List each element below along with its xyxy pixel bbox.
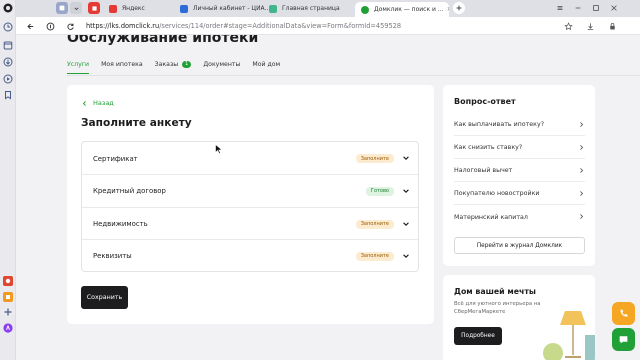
tab-domclick[interactable]: Домклик — поиск и …✕	[355, 2, 449, 17]
yandex-mail-icon[interactable]	[88, 2, 100, 14]
chevron-left-icon	[82, 100, 86, 106]
faq-card: Вопрос-ответ Как выплачивать ипотеку? Ка…	[443, 85, 595, 266]
status-badge: Заполните	[355, 251, 394, 261]
page-content: Обслуживание ипотеки Услуги Моя ипотека …	[16, 35, 640, 360]
status-badge: Заполните	[355, 154, 394, 163]
new-tab-icon[interactable]	[453, 2, 465, 14]
faq-item[interactable]: Налоговый вычет	[454, 160, 585, 182]
more-button[interactable]: Подробнее	[454, 327, 502, 345]
form-title: Заполните анкету	[81, 117, 192, 129]
close-tab-icon[interactable]: ✕	[447, 6, 449, 13]
promo-text: Всё для уютного интерьера на СберМегаМар…	[454, 301, 541, 315]
back-link[interactable]: Назад	[81, 99, 114, 107]
reload-icon[interactable]	[64, 20, 76, 32]
promo-card: Дом вашей мечты Всё для уютного интерьер…	[443, 275, 595, 360]
download-icon[interactable]	[584, 20, 596, 32]
app-red-icon[interactable]	[3, 276, 13, 286]
phone-icon	[620, 309, 628, 317]
download-icon[interactable]	[3, 57, 13, 67]
chevron-down-icon	[403, 254, 409, 258]
address-bar: https://lks.domclick.ru/services/114/ord…	[16, 17, 640, 35]
promo-title: Дом вашей мечты	[454, 287, 536, 296]
tab-home[interactable]: Главная страница	[269, 2, 340, 15]
section-certificate[interactable]: Сертификат Заполните	[82, 142, 418, 175]
yandex-home-icon[interactable]	[44, 20, 56, 32]
tab-cabinet[interactable]: Личный кабинет - ЦИА…	[180, 2, 271, 15]
chevron-down-icon	[403, 189, 409, 193]
faq-item[interactable]: Покупателю новостройки	[454, 183, 585, 205]
faq-item[interactable]: Как снизить ставку?	[454, 137, 585, 159]
add-icon[interactable]	[3, 307, 13, 317]
section-credit-contract[interactable]: Кредитный договор Готово	[82, 174, 418, 207]
domclick-fav-icon	[361, 5, 369, 14]
tab-services[interactable]: Услуги	[67, 57, 90, 74]
save-button[interactable]: Сохранить	[81, 286, 128, 309]
chevron-right-icon	[580, 145, 584, 150]
chevron-down-icon	[403, 222, 409, 226]
bookmark-icon[interactable]	[3, 90, 13, 100]
chat-button[interactable]	[612, 328, 635, 351]
url-field[interactable]: https://lks.domclick.ru/services/114/ord…	[86, 20, 401, 32]
tab-my-house[interactable]: Мой дом	[252, 57, 280, 71]
chevron-right-icon	[580, 191, 584, 196]
status-badge: Готово	[365, 186, 394, 196]
chevron-right-icon	[580, 122, 584, 127]
section-accordion: Сертификат Заполните Кредитный договор Г…	[81, 141, 419, 272]
close-window-icon[interactable]	[608, 2, 620, 14]
mouse-cursor-icon	[215, 144, 223, 154]
section-property[interactable]: Недвижимость Заполните	[82, 207, 418, 240]
lock-icon[interactable]	[606, 20, 618, 32]
chevron-down-icon	[403, 156, 409, 160]
chevron-right-icon	[580, 214, 584, 219]
faq-item[interactable]: Материнский капитал	[454, 206, 585, 228]
tab-documents[interactable]: Документы	[203, 57, 240, 71]
clock-icon[interactable]	[3, 22, 13, 32]
back-arrow-icon[interactable]	[24, 20, 36, 32]
lamp-illustration	[543, 311, 595, 360]
section-requisites[interactable]: Реквизиты Заполните	[82, 239, 418, 272]
chat-icon	[619, 336, 628, 344]
browser-sidebar	[0, 0, 16, 360]
tab-group-icon[interactable]	[56, 2, 68, 14]
service-tabs: Услуги Моя ипотека Заказы 1 Документы Мой…	[67, 57, 280, 74]
yandex-fav-icon	[109, 4, 117, 13]
app-orange-icon[interactable]	[3, 292, 13, 302]
browser-logo-icon[interactable]	[3, 3, 13, 13]
alice-icon[interactable]	[3, 323, 13, 333]
chevron-right-icon	[580, 168, 584, 173]
tab-orders[interactable]: Заказы 1	[155, 57, 192, 71]
bookmark-star-icon[interactable]	[562, 20, 574, 32]
minimize-icon[interactable]	[572, 2, 584, 14]
play-icon[interactable]	[3, 74, 13, 84]
status-badge: Заполните	[355, 219, 394, 229]
faq-title: Вопрос-ответ	[454, 97, 516, 106]
tab-my-mortgage[interactable]: Моя ипотека	[101, 57, 143, 71]
menu-icon[interactable]	[554, 2, 566, 14]
home-fav-icon	[269, 4, 277, 13]
maximize-icon[interactable]	[590, 2, 602, 14]
phone-call-button[interactable]	[612, 302, 635, 325]
chevron-down-icon[interactable]	[70, 2, 82, 14]
orders-count-badge: 1	[182, 60, 192, 68]
faq-item[interactable]: Как выплачивать ипотеку?	[454, 114, 585, 136]
tab-strip: Яндекс Личный кабинет - ЦИА… Главная стр…	[16, 0, 640, 17]
cabinet-fav-icon	[180, 4, 188, 13]
page-title: Обслуживание ипотеки	[67, 35, 259, 46]
journal-button[interactable]: Перейти в журнал Домклик	[454, 237, 585, 254]
tabs-divider	[67, 75, 640, 76]
questionnaire-card: Назад Заполните анкету Сертификат Заполн…	[67, 85, 434, 324]
tab-yandex[interactable]: Яндекс	[109, 2, 145, 15]
calendar-icon[interactable]	[3, 40, 13, 50]
